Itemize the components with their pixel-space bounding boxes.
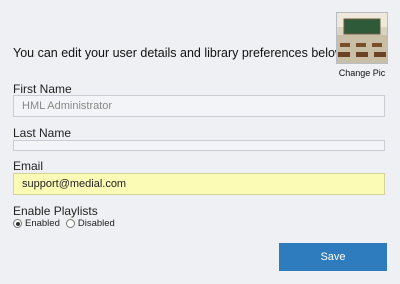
- option-label: Disabled: [77, 218, 115, 229]
- first-name-label: First Name: [13, 82, 72, 96]
- email-label: Email: [13, 159, 44, 173]
- first-name-field[interactable]: [13, 95, 385, 117]
- last-name-field[interactable]: [13, 140, 385, 151]
- save-button[interactable]: Save: [279, 243, 387, 271]
- radio-unselected-icon[interactable]: [65, 219, 75, 228]
- classroom-photo-icon: [337, 13, 387, 63]
- intro-text: You can edit your user details and libra…: [13, 46, 347, 60]
- option-label: Enabled: [25, 218, 60, 229]
- profile-picture-section: Change Pic: [336, 12, 388, 78]
- last-name-label: Last Name: [13, 126, 72, 140]
- playlists-option-disabled[interactable]: Disabled: [65, 218, 115, 229]
- radio-selected-icon[interactable]: [13, 219, 22, 228]
- change-pic-link[interactable]: Change Pic: [332, 68, 392, 78]
- playlists-option-enabled[interactable]: Enabled: [13, 218, 60, 229]
- enable-playlists-label: Enable Playlists: [13, 204, 98, 218]
- email-field[interactable]: [13, 173, 385, 195]
- avatar[interactable]: [336, 12, 388, 64]
- playlists-radio-group: Enabled Disabled: [13, 218, 121, 229]
